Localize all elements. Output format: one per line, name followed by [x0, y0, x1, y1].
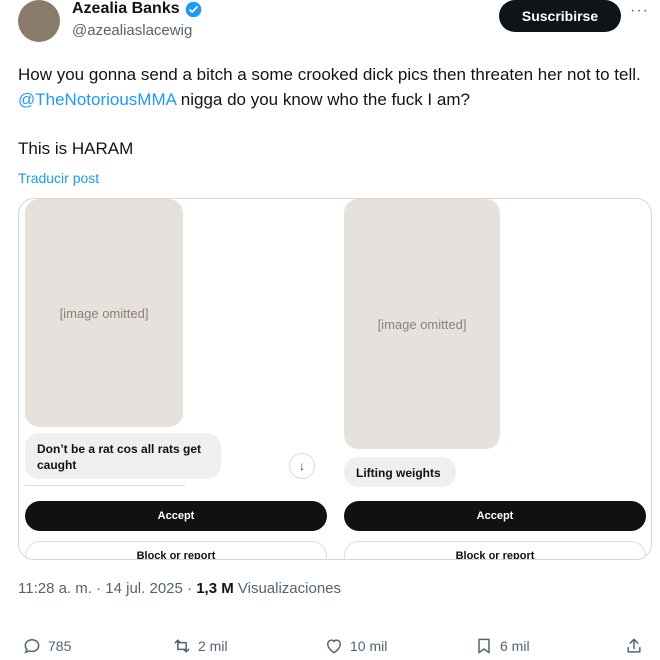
author-name-row: Azealia Banks	[72, 0, 202, 18]
message-bubble: Lifting weights	[344, 457, 456, 487]
like-button[interactable]: 10 mil	[324, 636, 387, 656]
tweet-meta: 11:28 a. m. · 14 jul. 2025 · 1,3 M Visua…	[18, 580, 341, 597]
block-report-button: Block or report	[25, 541, 327, 559]
more-icon[interactable]: ···	[630, 2, 649, 20]
like-count: 10 mil	[350, 638, 388, 654]
arrow-down-icon: ↓	[289, 453, 315, 479]
photo-placeholder: [image omitted]	[25, 199, 183, 427]
reply-icon	[24, 638, 40, 654]
heart-icon	[326, 639, 342, 654]
media-panel-right[interactable]: [image omitted] Lifting weights Accept B…	[336, 199, 646, 559]
reply-count: 785	[48, 638, 72, 654]
tweet-text-part1: How you gonna send a bitch a some crooke…	[18, 65, 641, 84]
author-handle[interactable]: @azealiaslacewig	[72, 22, 192, 39]
action-bar: 785 2 mil 10 mil 6 mil	[0, 632, 660, 660]
media-attachment[interactable]: [image omitted] Don’t be a rat cos all r…	[18, 198, 652, 560]
repost-icon	[174, 639, 190, 653]
repost-button[interactable]: 2 mil	[172, 636, 228, 656]
bookmark-count: 6 mil	[500, 638, 530, 654]
tweet-header: Azealia Banks @azealiaslacewig Suscribir…	[0, 0, 660, 50]
bookmark-button[interactable]: 6 mil	[474, 636, 530, 656]
share-button[interactable]	[624, 636, 644, 656]
accept-button: Accept	[25, 501, 327, 531]
tweet-time[interactable]: 11:28 a. m.	[18, 580, 92, 597]
media-panel-left[interactable]: [image omitted] Don’t be a rat cos all r…	[19, 199, 329, 559]
mention-link[interactable]: @TheNotoriousMMA	[18, 90, 176, 109]
accept-button: Accept	[344, 501, 646, 531]
reply-button[interactable]: 785	[22, 636, 71, 656]
tweet-text-part2: nigga do you know who the fuck I am?	[176, 90, 470, 109]
tweet-text-line2: This is HARAM	[18, 139, 134, 158]
tweet-text: How you gonna send a bitch a some crooke…	[18, 62, 648, 112]
meta-separator: ·	[187, 580, 197, 597]
bookmark-icon	[478, 638, 490, 654]
share-icon	[627, 638, 641, 653]
translate-link[interactable]: Traducir post	[18, 170, 99, 186]
avatar[interactable]	[18, 0, 60, 42]
meta-separator: ·	[96, 580, 106, 597]
photo-placeholder: [image omitted]	[344, 199, 500, 449]
views-count: 1,3 M	[196, 580, 234, 597]
message-bubble: Don’t be a rat cos all rats get caught	[25, 433, 221, 479]
views-label: Visualizaciones	[237, 580, 342, 597]
block-report-button: Block or report	[344, 541, 646, 559]
divider	[25, 485, 185, 486]
repost-count: 2 mil	[198, 638, 228, 654]
verified-badge-icon	[185, 1, 201, 17]
author-display-name[interactable]: Azealia Banks	[72, 0, 180, 18]
subscribe-button[interactable]: Suscribirse	[499, 0, 621, 32]
tweet-date[interactable]: 14 jul. 2025	[105, 580, 183, 597]
